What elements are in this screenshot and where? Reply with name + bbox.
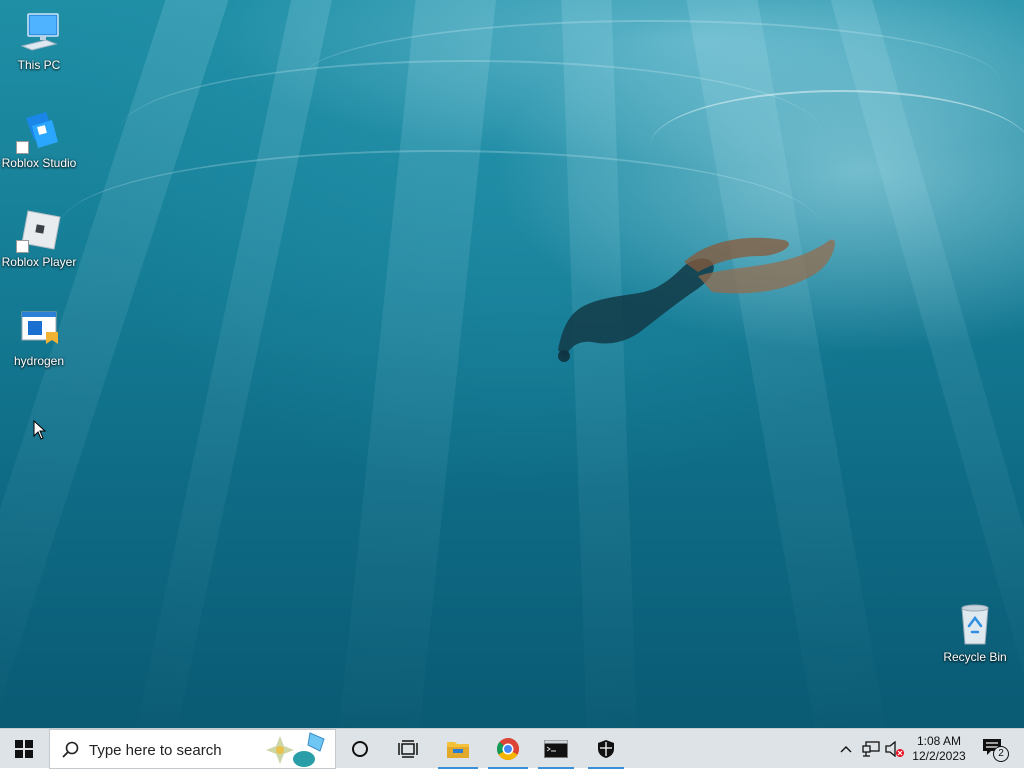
- task-view-button[interactable]: [384, 729, 432, 769]
- search-highlight-icon: [266, 732, 325, 767]
- shield-icon: [598, 740, 614, 758]
- roblox-studio-icon: [16, 108, 62, 154]
- task-view-icon: [398, 740, 418, 758]
- taskbar: Type here to search 1:08 AM 12/2/2023 2: [0, 728, 1024, 769]
- clock-button[interactable]: 1:08 AM 12/2/2023: [906, 729, 972, 769]
- clock-date: 12/2/2023: [912, 749, 966, 763]
- recycle-bin-icon: [952, 602, 998, 648]
- cortana-circle-icon: [352, 741, 368, 757]
- shortcut-arrow-icon: [16, 141, 29, 154]
- volume-button[interactable]: [884, 729, 906, 769]
- roblox-player-icon: [16, 207, 62, 253]
- desktop-icon-label: This PC: [17, 58, 61, 72]
- notification-center-button[interactable]: 2: [976, 729, 1012, 769]
- shortcut-arrow-icon: [16, 240, 29, 253]
- app-window-icon: [16, 306, 62, 352]
- taskbar-security[interactable]: [586, 729, 626, 769]
- search-placeholder: Type here to search: [89, 742, 222, 759]
- search-icon: [62, 741, 79, 758]
- notification-count-badge: 2: [993, 746, 1009, 762]
- taskbar-file-explorer[interactable]: [436, 729, 480, 769]
- desktop-icon-roblox-studio[interactable]: Roblox Studio: [0, 108, 78, 170]
- chevron-up-icon: [840, 746, 852, 753]
- desktop-icon-label: hydrogen: [13, 354, 65, 368]
- desktop-icon-label: Roblox Studio: [1, 156, 77, 170]
- network-icon: [862, 741, 880, 757]
- terminal-icon: [544, 740, 568, 758]
- diver-silhouette: [558, 237, 835, 362]
- network-button[interactable]: [860, 729, 882, 769]
- desktop-icon-roblox-player[interactable]: Roblox Player: [0, 207, 78, 269]
- desktop[interactable]: This PC Roblox Studio Roblox Player hydr…: [0, 0, 1024, 728]
- desktop-icon-label: Roblox Player: [1, 255, 77, 269]
- volume-muted-icon: [885, 741, 904, 757]
- desktop-icon-label: Recycle Bin: [943, 650, 1007, 664]
- show-hidden-icons-button[interactable]: [836, 729, 856, 769]
- file-explorer-icon: [447, 742, 469, 758]
- water-ripple: [650, 90, 1024, 202]
- start-button[interactable]: [0, 729, 48, 769]
- search-box[interactable]: Type here to search: [49, 729, 336, 769]
- taskbar-chrome[interactable]: [486, 729, 530, 769]
- windows-logo-icon: [15, 740, 33, 758]
- clock-time: 1:08 AM: [916, 734, 962, 748]
- desktop-icon-this-pc[interactable]: This PC: [0, 10, 78, 72]
- mouse-cursor-icon: [33, 420, 47, 440]
- chrome-icon: [497, 738, 519, 760]
- desktop-icon-hydrogen[interactable]: hydrogen: [0, 306, 78, 368]
- cortana-button[interactable]: [336, 729, 384, 769]
- desktop-icon-recycle-bin[interactable]: Recycle Bin: [936, 602, 1014, 664]
- computer-icon: [16, 10, 62, 56]
- taskbar-terminal[interactable]: [536, 729, 576, 769]
